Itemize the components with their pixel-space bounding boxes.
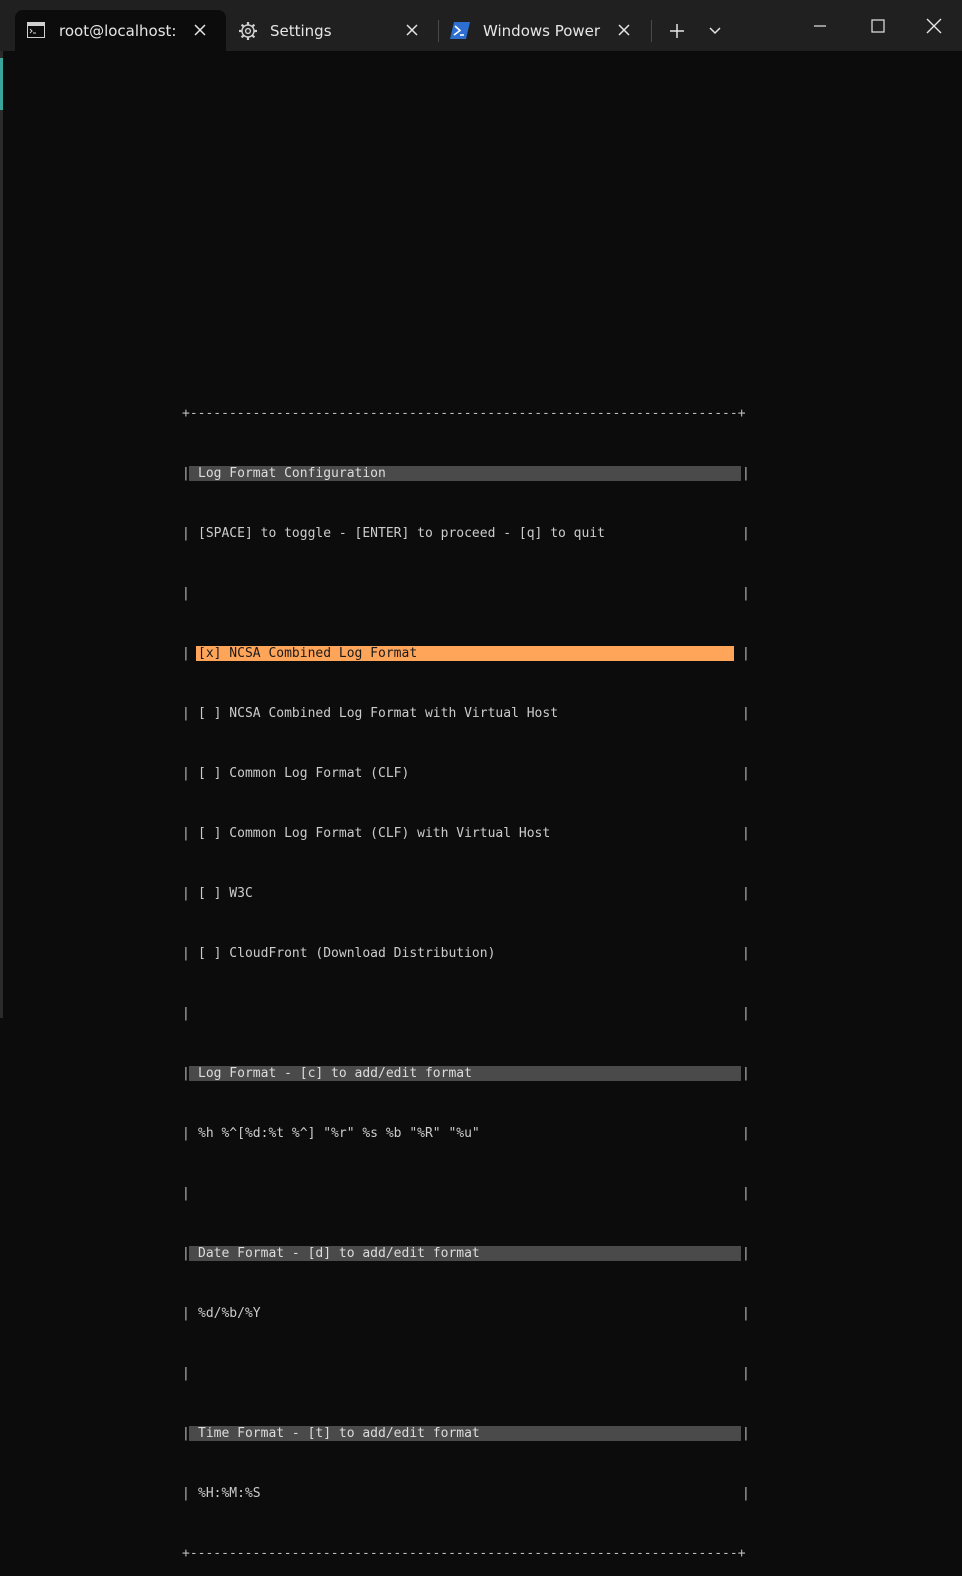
chevron-down-icon — [709, 26, 721, 34]
log-format-header-bar: Log Format - [c] to add/edit format — [189, 1066, 741, 1081]
minimize-button[interactable] — [797, 0, 843, 51]
log-format-value: %h %^[%d:%t %^] "%r" %s %b "%R" "%u" — [198, 1126, 480, 1141]
tab-label: Settings — [270, 22, 332, 40]
tab-close-icon[interactable] — [614, 20, 634, 40]
dialog-title: Log Format Configuration — [198, 466, 386, 481]
option-clf[interactable]: | | [ ] Common Log Format (CLF) — [182, 766, 750, 781]
new-tab-icon — [670, 23, 684, 38]
option-label: [ ] Common Log Format (CLF) — [198, 766, 410, 781]
option-cloudfront[interactable]: | | [ ] CloudFront (Download Distribution… — [182, 946, 750, 961]
tab-label: root@localhost:~ — [59, 22, 177, 40]
option-w3c[interactable]: | | [ ] W3C — [182, 886, 750, 901]
close-icon — [926, 18, 942, 33]
title-bar: root@localhost:~ Settings Windows PowerS — [0, 0, 962, 51]
option-clf-vhost[interactable]: | | [ ] Common Log Format (CLF) with Virt… — [182, 826, 750, 841]
tab-separator — [651, 20, 652, 42]
date-format-header: Date Format - [d] to add/edit format — [198, 1246, 480, 1261]
dialog-title-bar: Log Format Configuration — [189, 466, 741, 481]
maximize-icon — [871, 18, 885, 33]
new-tab-button[interactable] — [654, 10, 700, 51]
tab-dropdown-button[interactable] — [700, 10, 730, 51]
time-format-value: %H:%M:%S — [198, 1486, 261, 1501]
maximize-button[interactable] — [855, 0, 901, 51]
terminal-view[interactable]: +---------------------------------------… — [182, 376, 750, 1576]
tab-close-icon[interactable] — [190, 20, 210, 40]
terminal-icon — [27, 22, 45, 38]
option-label: [ ] W3C — [198, 886, 253, 901]
option-label: [x] NCSA Combined Log Format — [198, 646, 418, 661]
close-window-button[interactable] — [911, 0, 957, 51]
time-format-header: Time Format - [t] to add/edit format — [198, 1426, 480, 1441]
time-format-header-bar: Time Format - [t] to add/edit format — [189, 1426, 741, 1441]
minimize-icon — [814, 24, 826, 27]
date-format-value: %d/%b/%Y — [198, 1306, 261, 1321]
date-format-header-bar: Date Format - [d] to add/edit format — [189, 1246, 741, 1261]
option-ncsa-combined-selected[interactable]: [x] NCSA Combined Log Format — [196, 646, 734, 661]
tab-settings[interactable]: Settings — [226, 10, 433, 51]
window-accent — [0, 58, 3, 110]
option-label: [ ] Common Log Format (CLF) with Virtual… — [198, 826, 551, 841]
dialog-top-border: +---------------------------------------… — [182, 406, 746, 421]
gear-icon — [239, 22, 257, 40]
tab-root-localhost[interactable]: root@localhost:~ — [15, 10, 226, 51]
powershell-icon — [450, 22, 470, 39]
option-ncsa-combined-vhost[interactable]: | | [ ] NCSA Combined Log Format with Vir… — [182, 706, 750, 721]
log-format-header: Log Format - [c] to add/edit format — [198, 1066, 472, 1081]
option-label: [ ] CloudFront (Download Distribution) — [198, 946, 496, 961]
option-label: [ ] NCSA Combined Log Format with Virtua… — [198, 706, 559, 721]
dialog-bottom-border: +---------------------------------------… — [182, 1546, 746, 1561]
tab-close-icon[interactable] — [402, 20, 422, 40]
tab-label: Windows PowerS — [483, 22, 601, 40]
dialog-instructions: [SPACE] to toggle - [ENTER] to proceed -… — [198, 526, 605, 541]
window-left-edge — [0, 0, 3, 1018]
tab-windows-powershell[interactable]: Windows PowerS — [439, 10, 646, 51]
